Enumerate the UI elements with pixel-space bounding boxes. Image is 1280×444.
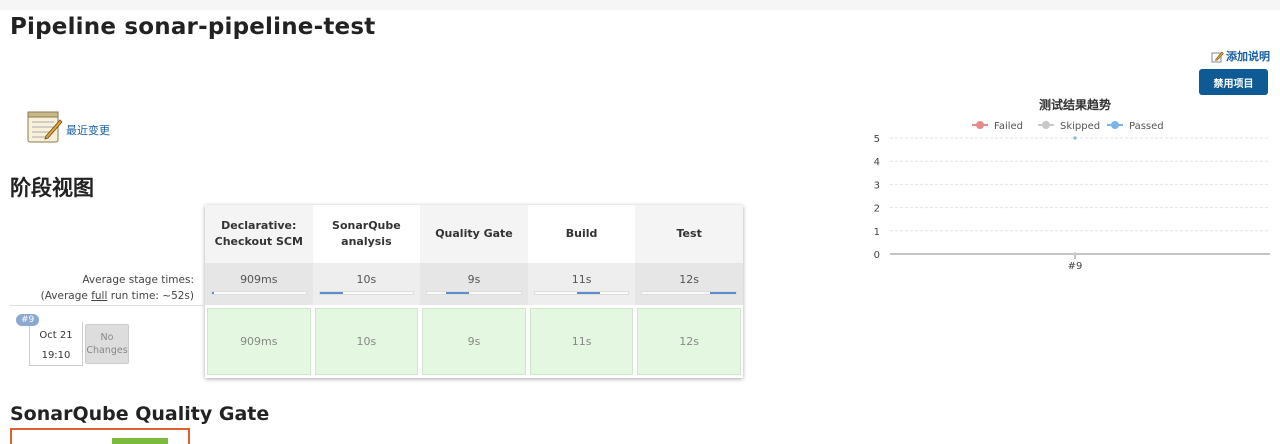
build-time: 19:10 bbox=[41, 350, 71, 361]
stage-run-row: 909ms 10s 9s 11s 12s bbox=[205, 305, 743, 378]
legend-label: Skipped bbox=[1060, 121, 1100, 132]
stage-avg-cell: 909ms bbox=[205, 263, 313, 305]
chart-legend: Failed Skipped Passed bbox=[972, 121, 1164, 132]
average-stage-times-label: Average stage times: (Average full run t… bbox=[41, 272, 194, 304]
add-description-link[interactable]: 添加说明 bbox=[1211, 48, 1270, 64]
data-point-skipped bbox=[1073, 252, 1077, 256]
add-description-label: 添加说明 bbox=[1226, 50, 1270, 63]
stage-avg-cell: 9s bbox=[420, 263, 528, 305]
stage-name: Build bbox=[565, 227, 598, 240]
chart-x-axis: #9 bbox=[1068, 254, 1083, 272]
stage-name: analysis bbox=[341, 235, 392, 248]
build-date-box[interactable]: Oct 21 19:10 bbox=[29, 322, 83, 366]
stage-header-row: Declarative: Checkout SCM SonarQube analys… bbox=[205, 205, 743, 263]
build-row-info: Oct 21 19:10 #9 No Changes bbox=[10, 305, 205, 377]
no-changes-line1: No bbox=[100, 332, 114, 343]
stage-average-row: 909ms 10s 9s 11s 12s bbox=[205, 263, 743, 305]
stage-time-bar-fill bbox=[319, 292, 343, 294]
stage-avg-cell: 11s bbox=[527, 263, 636, 305]
stage-header-sonarqube[interactable]: SonarQube analysis bbox=[312, 205, 421, 263]
legend-marker bbox=[1042, 121, 1050, 129]
stage-time-bar-fill bbox=[445, 292, 470, 294]
stage-avg-time: 9s bbox=[467, 273, 481, 286]
legend-label: Failed bbox=[994, 121, 1023, 132]
y-tick-label: 0 bbox=[874, 250, 880, 261]
stage-view-heading: 阶段视图 bbox=[10, 176, 94, 200]
data-point-passed bbox=[1073, 136, 1077, 140]
legend-marker bbox=[976, 121, 984, 129]
stage-header-test[interactable]: Test bbox=[635, 205, 743, 263]
stage-time-bar-fill bbox=[212, 292, 214, 294]
avg-label-line2: (Average full run time: ~52s) bbox=[41, 288, 194, 304]
stage-avg-time: 909ms bbox=[240, 273, 278, 286]
stage-time-bar bbox=[318, 291, 415, 295]
quality-gate-status bbox=[112, 438, 168, 444]
stage-time-bar bbox=[426, 291, 522, 295]
stage-name: Declarative: bbox=[221, 219, 297, 232]
avg-label-line1: Average stage times: bbox=[82, 274, 194, 286]
stage-run-cell[interactable]: 11s bbox=[529, 308, 634, 375]
y-tick-label: 5 bbox=[874, 134, 880, 145]
stage-avg-time: 12s bbox=[679, 273, 700, 286]
stage-avg-time: 10s bbox=[356, 273, 377, 286]
no-changes-line2: Changes bbox=[86, 345, 128, 356]
edit-icon bbox=[1211, 51, 1224, 62]
stage-run-cell[interactable]: 909ms bbox=[207, 308, 311, 375]
stage-name: SonarQube bbox=[332, 219, 401, 232]
page-title: Pipeline sonar-pipeline-test bbox=[10, 14, 376, 40]
legend-label: Passed bbox=[1129, 121, 1164, 132]
avg-label-prefix: (Average bbox=[40, 290, 92, 302]
stage-name: Quality Gate bbox=[435, 227, 513, 240]
chart-series bbox=[1073, 136, 1077, 256]
test-result-trend-chart: 测试结果趋势 Failed Skipped Passed 0 1 2 3 4 5 #9 bbox=[874, 97, 1270, 272]
notepad-icon bbox=[27, 111, 63, 143]
stage-header-build[interactable]: Build bbox=[527, 205, 636, 263]
build-number-badge[interactable]: #9 bbox=[16, 314, 40, 326]
stage-header-checkout[interactable]: Declarative: Checkout SCM bbox=[205, 205, 313, 263]
stage-time-bar bbox=[533, 291, 630, 295]
stage-view-table: Declarative: Checkout SCM SonarQube analys… bbox=[205, 205, 743, 378]
y-tick-label: 2 bbox=[874, 204, 880, 215]
stage-avg-cell: 12s bbox=[635, 263, 743, 305]
avg-label-suffix: run time: ~52s) bbox=[107, 290, 194, 302]
top-bar bbox=[0, 0, 1280, 10]
stage-time-bar-fill bbox=[576, 292, 601, 294]
stage-avg-cell: 10s bbox=[312, 263, 421, 305]
legend-marker bbox=[1111, 121, 1119, 129]
chart-y-axis: 0 1 2 3 4 5 bbox=[874, 134, 880, 261]
recent-changes-label: 最近变更 bbox=[66, 124, 110, 137]
stage-time-bar bbox=[211, 291, 307, 295]
quality-gate-heading: SonarQube Quality Gate bbox=[10, 403, 270, 425]
stage-name: Checkout SCM bbox=[214, 235, 303, 248]
chart-title: 测试结果趋势 bbox=[1039, 97, 1111, 112]
stage-header-quality-gate[interactable]: Quality Gate bbox=[420, 205, 528, 263]
stage-run-cell[interactable]: 9s bbox=[422, 308, 526, 375]
no-changes-box: No Changes bbox=[85, 324, 129, 364]
build-date: Oct 21 bbox=[39, 330, 73, 341]
y-tick-label: 4 bbox=[874, 157, 880, 168]
y-tick-label: 1 bbox=[874, 227, 880, 238]
recent-changes-link[interactable]: 最近变更 bbox=[24, 108, 110, 146]
chart-grid bbox=[890, 137, 1270, 255]
stage-run-cell[interactable]: 12s bbox=[637, 308, 741, 375]
y-tick-label: 3 bbox=[874, 180, 880, 191]
full-run-link[interactable]: full bbox=[91, 290, 107, 302]
stage-avg-time: 11s bbox=[571, 273, 592, 286]
x-tick-label: #9 bbox=[1068, 261, 1083, 272]
stage-time-bar bbox=[641, 291, 737, 295]
stage-run-cell[interactable]: 10s bbox=[314, 308, 419, 375]
stage-name: Test bbox=[676, 227, 702, 240]
stage-time-bar-fill bbox=[709, 292, 736, 294]
quality-gate-box bbox=[10, 428, 190, 444]
